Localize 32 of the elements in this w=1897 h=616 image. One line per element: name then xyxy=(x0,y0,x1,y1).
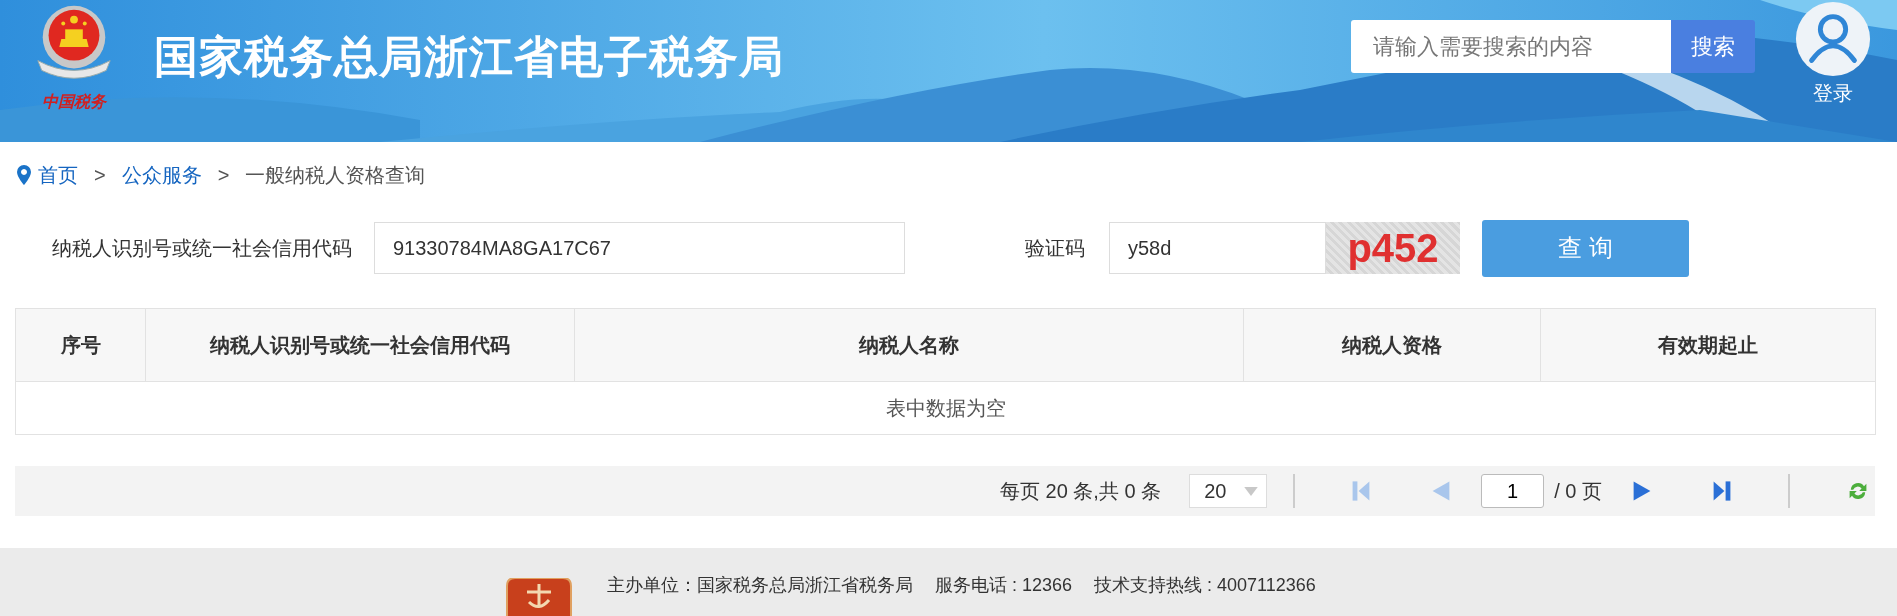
captcha-image[interactable]: p452 xyxy=(1326,222,1460,274)
captcha-field[interactable]: y58d xyxy=(1109,222,1326,274)
footer-text: 主办单位：国家税务总局浙江省税务局 xyxy=(607,574,913,597)
captcha-label: 验证码 xyxy=(1025,235,1085,261)
site-title: 国家税务总局浙江省电子税务局 xyxy=(154,31,784,83)
breadcrumb-separator: > xyxy=(217,163,230,187)
column-header: 序号 xyxy=(15,308,146,382)
page-size-select[interactable]: 20 xyxy=(1189,474,1268,508)
column-header: 纳税人资格 xyxy=(1243,308,1541,382)
logo-text: 中国税务 xyxy=(42,92,106,112)
total-pages: / 0 页 xyxy=(1554,478,1602,504)
page-number-field[interactable]: 1 xyxy=(1481,474,1545,508)
footer-text: 技术支持热线 : 4007112366 xyxy=(1094,574,1316,597)
location-pin-icon xyxy=(17,165,31,185)
column-header: 有效期起止 xyxy=(1540,308,1876,382)
user-icon[interactable] xyxy=(1794,0,1872,78)
login-link[interactable]: 登录 xyxy=(1813,80,1853,107)
taxpayer-id-label: 纳税人识别号或统一社会信用代码 xyxy=(52,235,352,261)
taxpayer-id-field[interactable]: 91330784MA8GA17C67 xyxy=(374,222,905,274)
caret-icon xyxy=(1244,486,1259,496)
search-field[interactable]: 请输入需要搜索的内容 xyxy=(1351,20,1671,73)
breadcrumb-separator: > xyxy=(94,163,106,187)
emblem-icon xyxy=(503,578,575,616)
footer-text: 服务电话 : 12366 xyxy=(935,574,1073,597)
empty-table-message: 表中数据为空 xyxy=(15,381,1876,435)
page-summary: 每页 20 条,共 0 条 xyxy=(1000,478,1162,504)
column-header: 纳税人识别号或统一社会信用代码 xyxy=(145,308,575,382)
breadcrumb-link[interactable]: 公众服务 xyxy=(121,161,202,189)
breadcrumb-current: 一般纳税人资格查询 xyxy=(245,162,426,188)
search-button[interactable]: 搜索 xyxy=(1671,20,1755,73)
breadcrumb-link[interactable]: 首页 xyxy=(38,161,78,189)
column-header: 纳税人名称 xyxy=(574,308,1244,382)
